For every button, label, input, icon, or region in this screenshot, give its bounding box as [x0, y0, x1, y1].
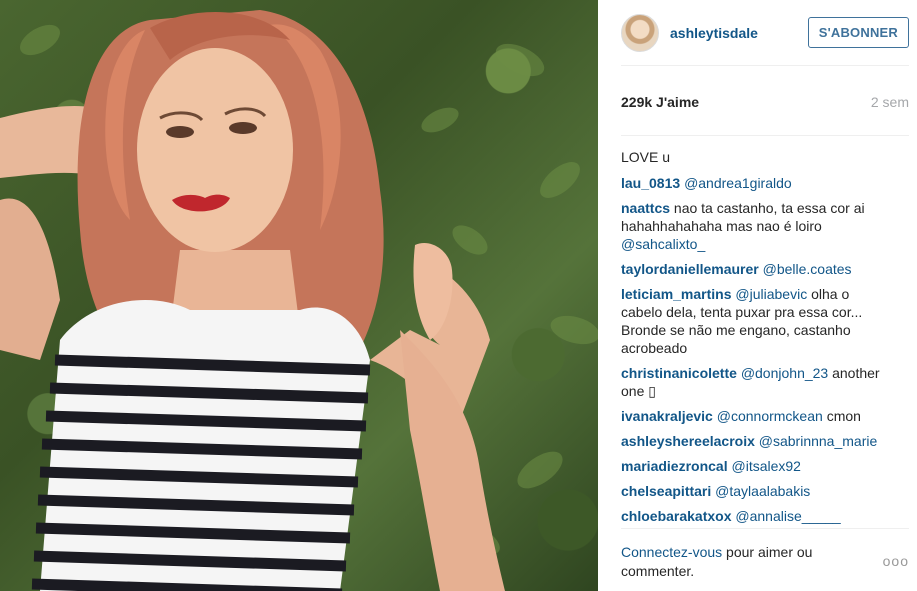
comment-item: taylordaniellemaurer @belle.coates — [621, 260, 893, 278]
follow-button[interactable]: S'ABONNER — [807, 17, 909, 48]
comment-item: chloebarakatxox @annalise_____ — [621, 507, 893, 525]
comment-user[interactable]: lau_0813 — [621, 175, 680, 191]
comment-user[interactable]: ashleyshereelacroix — [621, 433, 755, 449]
photo-illustration — [0, 10, 598, 591]
comment-user[interactable]: christinanicolette — [621, 365, 737, 381]
comment-user[interactable]: ivanakraljevic — [621, 408, 713, 424]
comment-item: leticiam_martins @juliabevic olha o cabe… — [621, 285, 893, 357]
likes-count[interactable]: 229k J'aime — [621, 94, 699, 110]
comment-mention[interactable]: @itsalex92 — [732, 458, 801, 474]
comment-text: cmon — [826, 408, 861, 424]
comment-mention[interactable]: @belle.coates — [763, 261, 852, 277]
comment-mention[interactable]: @sabrinnna_marie — [759, 433, 878, 449]
comment-item: ivanakraljevic @connormckean cmon — [621, 407, 893, 425]
caption-text: LOVE u — [621, 149, 671, 165]
comment-item: ashleyshereelacroix @sabrinnna_marie — [621, 432, 893, 450]
comment-mention[interactable]: @taylaalabakis — [715, 483, 810, 499]
post-photo[interactable] — [0, 0, 598, 591]
comment-user[interactable]: mariadiezroncal — [621, 458, 728, 474]
comment-user[interactable]: leticiam_martins — [621, 286, 732, 302]
comment-item: lau_0813 @andrea1giraldo — [621, 174, 893, 192]
post-caption: LOVE u — [621, 148, 893, 166]
comment-mention[interactable]: @andrea1giraldo — [684, 175, 792, 191]
comment-mention[interactable]: @donjohn_23 — [741, 365, 828, 381]
comment-mention[interactable]: @annalise_____ — [735, 508, 840, 524]
comment-item: naattcs nao ta castanho, ta essa cor ai … — [621, 199, 893, 253]
instagram-post-view: ashleytisdale S'ABONNER 229k J'aime 2 se… — [0, 0, 917, 591]
post-footer: Connectez-vous pour aimer ou commenter. … — [621, 528, 909, 591]
comment-user[interactable]: chelseapittari — [621, 483, 711, 499]
comment-user[interactable]: chloebarakatxox — [621, 508, 732, 524]
avatar[interactable] — [621, 13, 659, 52]
comment-item: christinanicolette @donjohn_23 another o… — [621, 364, 893, 400]
login-prompt: Connectez-vous pour aimer ou commenter. — [621, 543, 841, 581]
post-username[interactable]: ashleytisdale — [670, 25, 808, 41]
post-header: ashleytisdale S'ABONNER — [621, 0, 909, 66]
comment-item: chelseapittari @taylaalabakis — [621, 482, 893, 500]
comment-mention[interactable]: @sahcalixto_ — [621, 236, 705, 252]
comment-item: mariadiezroncal @itsalex92 — [621, 457, 893, 475]
ellipsis-icon[interactable]: ooo — [883, 553, 909, 569]
comment-user[interactable]: taylordaniellemaurer — [621, 261, 759, 277]
post-stats: 229k J'aime 2 sem — [621, 66, 909, 136]
login-link[interactable]: Connectez-vous — [621, 544, 722, 560]
comments-list: LOVE u lau_0813 @andrea1giraldo naattcs … — [621, 136, 917, 525]
post-sidebar: ashleytisdale S'ABONNER 229k J'aime 2 se… — [598, 0, 917, 591]
comment-mention[interactable]: @connormckean — [717, 408, 823, 424]
comment-mention[interactable]: @juliabevic — [735, 286, 807, 302]
post-time[interactable]: 2 sem — [871, 94, 909, 110]
comment-user[interactable]: naattcs — [621, 200, 670, 216]
